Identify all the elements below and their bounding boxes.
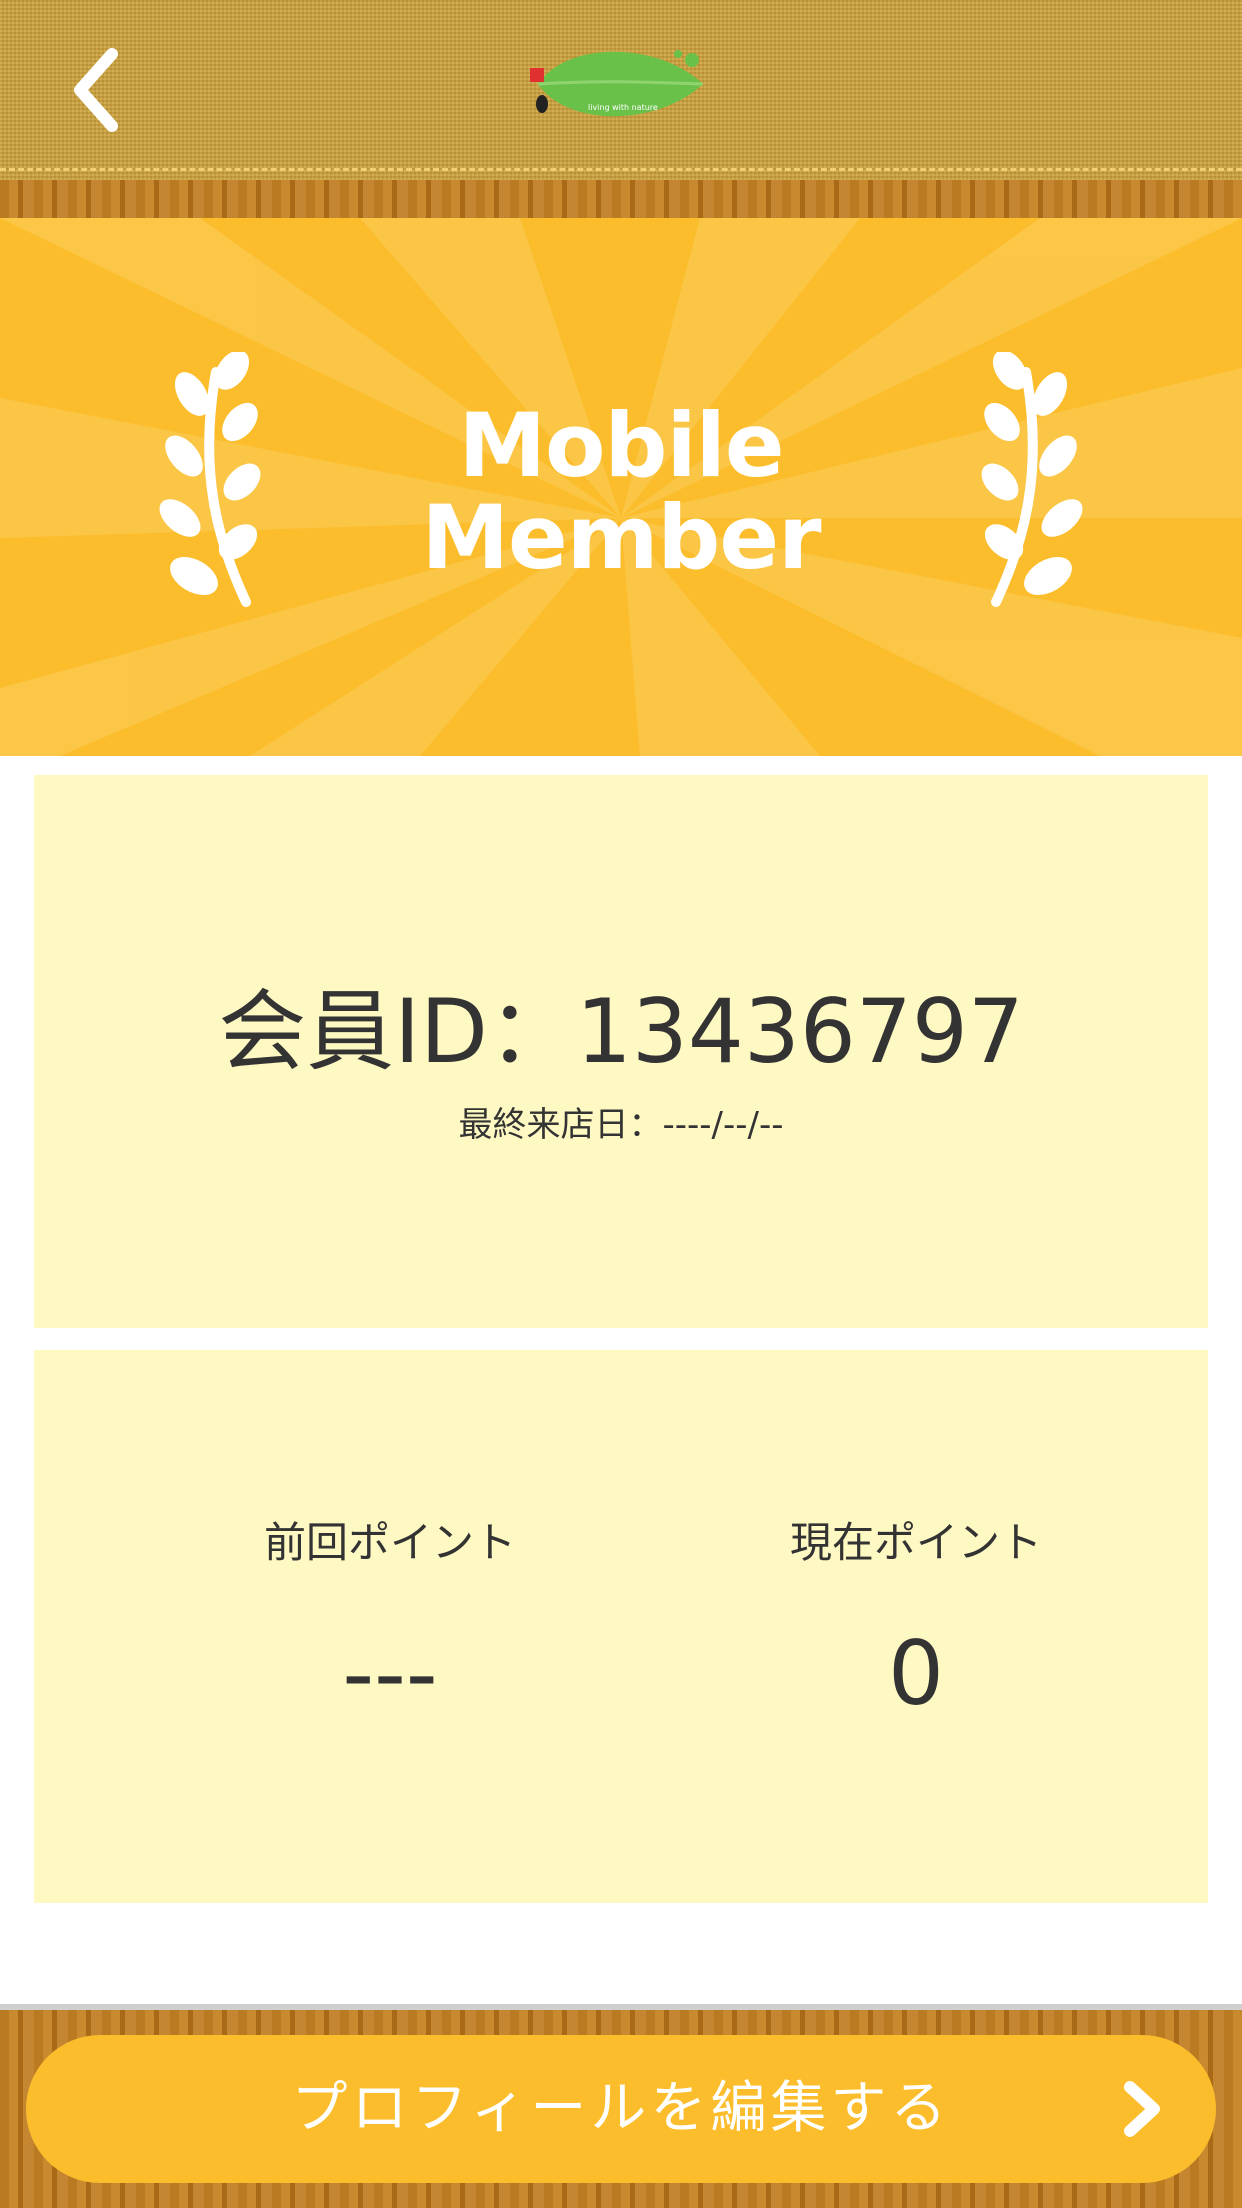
current-points: 現在ポイント 0 [706,1518,1126,1724]
previous-points-value: --- [342,1622,438,1725]
leaf-logo: living with nature [528,44,718,128]
back-button[interactable] [60,40,140,140]
member-id: 会員ID：13436797 [218,980,1024,1083]
chevron-right-icon [1124,2081,1160,2137]
wood-strip [0,180,1242,218]
header-stitch-divider [0,168,1242,171]
current-points-label: 現在ポイント [789,1518,1042,1567]
current-points-value: 0 [888,1622,944,1725]
mobile-member-banner: Mobile Member [0,218,1242,756]
chevron-left-icon [74,48,118,132]
edit-profile-button[interactable]: プロフィールを編集する [26,2035,1216,2183]
previous-points-label: 前回ポイント [263,1518,516,1567]
laurel-right-icon [981,352,1083,607]
points-card: 前回ポイント --- 現在ポイント 0 [34,1350,1208,1903]
svg-text:living with nature: living with nature [588,103,658,112]
previous-points: 前回ポイント --- [180,1518,600,1724]
member-id-card: 会員ID：13436797 最終来店日：----/--/-- [34,775,1208,1328]
edit-profile-label: プロフィールを編集する [291,2076,951,2141]
last-visit-date: 最終来店日：----/--/-- [458,1105,784,1145]
